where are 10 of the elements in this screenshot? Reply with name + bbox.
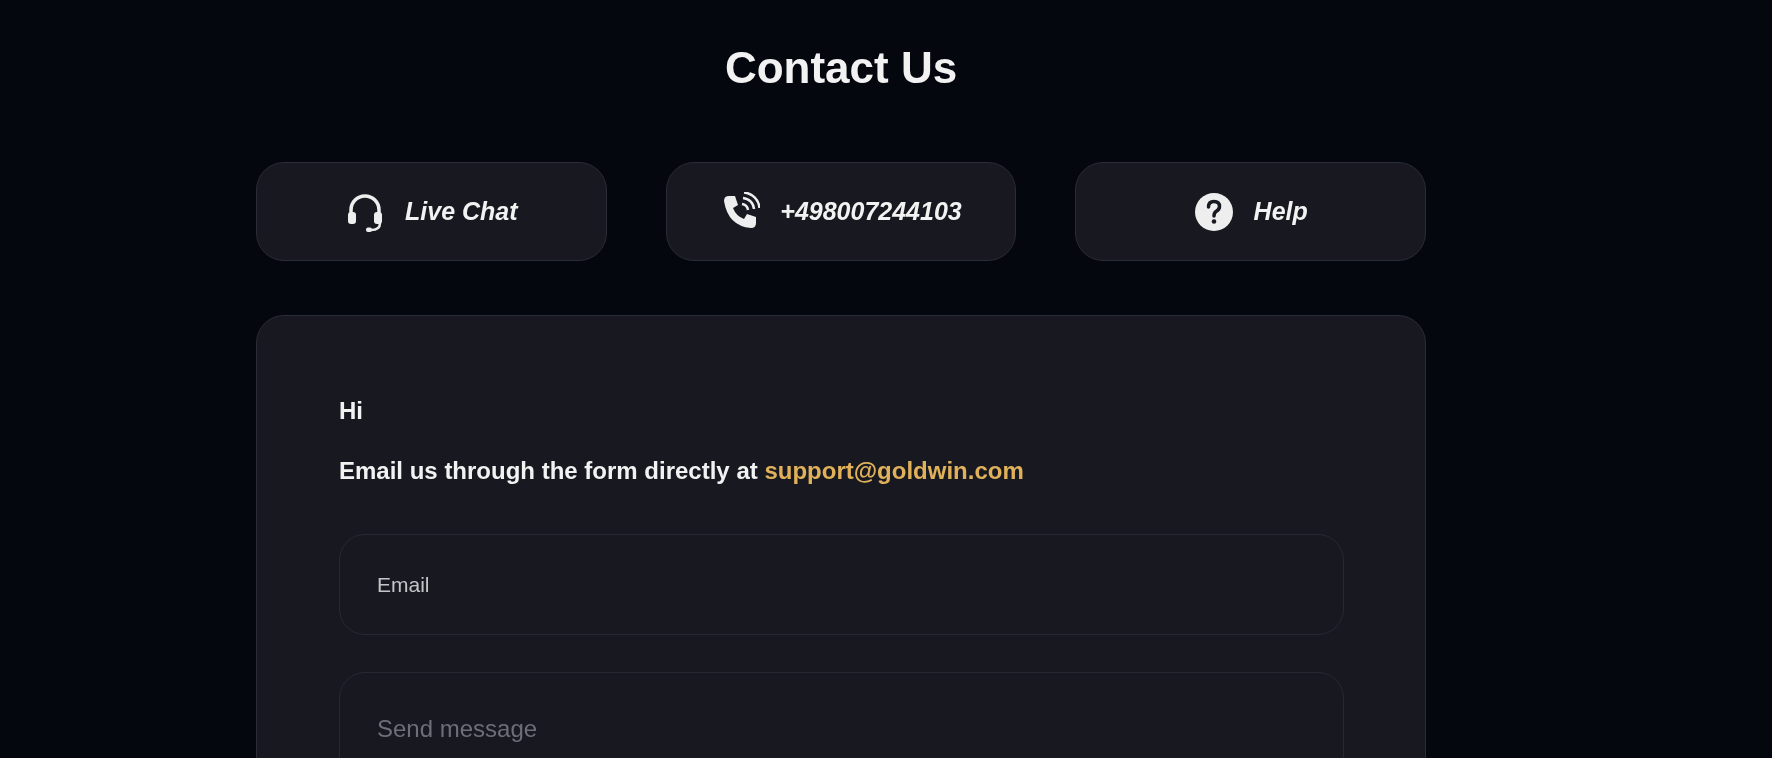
support-email-link[interactable]: support@goldwin.com bbox=[764, 457, 1024, 484]
page-title: Contact Us bbox=[723, 42, 959, 94]
email-field[interactable]: Email bbox=[339, 534, 1344, 635]
help-button[interactable]: Help bbox=[1075, 162, 1426, 261]
phone-button[interactable]: +498007244103 bbox=[665, 162, 1017, 261]
intro-text: Email us through the form directly at support@goldwin.com bbox=[339, 456, 1025, 486]
message-field[interactable]: Send message bbox=[339, 672, 1344, 758]
live-chat-button[interactable]: Live Chat bbox=[256, 162, 607, 261]
greeting-text: Hi bbox=[339, 396, 364, 426]
help-icon bbox=[1193, 191, 1234, 232]
